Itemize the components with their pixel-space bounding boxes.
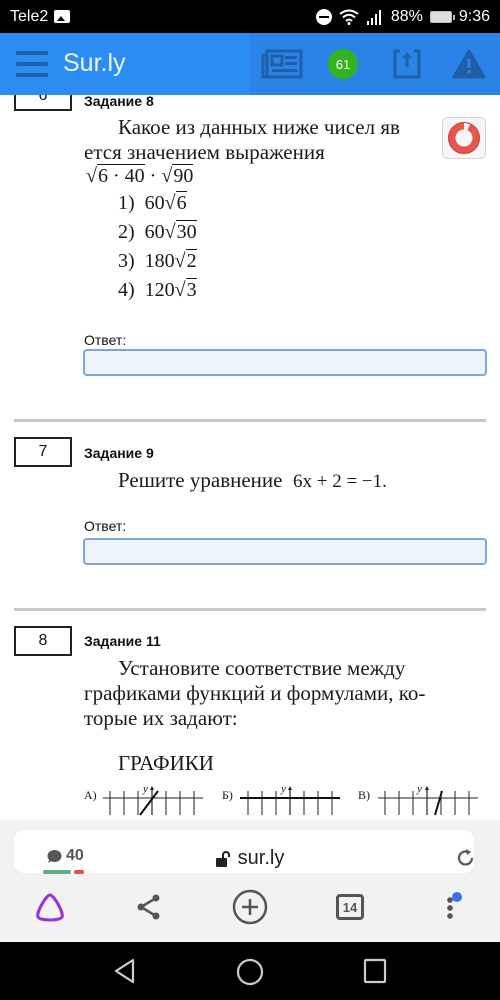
app-bar: Sur.ly 61 (0, 33, 500, 95)
url-display[interactable]: sur.ly (0, 847, 500, 870)
task-question-line-1: Установите соответствие между (118, 656, 406, 680)
url-text: sur.ly (237, 847, 285, 869)
axis-label-y: y (143, 783, 148, 795)
battery-percent: 88% (390, 7, 423, 25)
answer-label: Ответ: (84, 332, 127, 348)
reload-icon[interactable] (456, 848, 476, 868)
graph-b (240, 786, 340, 815)
new-tab-button[interactable] (230, 887, 270, 927)
task-expression: √6 · 40 · √90 (86, 164, 194, 187)
share-upload-icon[interactable] (393, 49, 421, 79)
do-not-disturb-icon (315, 8, 332, 25)
plus-circle-icon (232, 889, 268, 925)
graph-label-a: А) (84, 788, 97, 802)
notification-badge[interactable]: 61 (328, 49, 358, 79)
back-icon[interactable] (113, 958, 137, 984)
notification-dot (452, 892, 462, 902)
radicand-2: 90 (172, 164, 194, 187)
menu-icon[interactable] (16, 51, 48, 77)
alice-icon (36, 893, 64, 922)
tabs-button[interactable]: 14 (330, 887, 370, 927)
axis-label-y: y (281, 783, 286, 795)
recents-icon[interactable] (363, 958, 387, 984)
equation: 6x + 2 = −1. (292, 471, 387, 492)
battery-icon (429, 10, 455, 23)
radicand-1: 6 · 40 (96, 164, 145, 187)
task-question: Решите уравнение 6x + 2 = −1. (118, 468, 387, 492)
tabs-count: 14 (336, 894, 364, 920)
signal-icon (366, 9, 381, 25)
answer-option: 4) 120√3 (118, 278, 197, 301)
axis-label-y: y (417, 783, 422, 795)
unlocked-padlock-icon (215, 850, 230, 867)
wifi-icon (339, 9, 359, 25)
graphs-heading: ГРАФИКИ (118, 751, 214, 775)
task-number-box: 6 (14, 95, 72, 111)
task-question-line-2: ется значением выражения (84, 140, 325, 164)
task-question-line-2: графиками функций и формулами, ко- (84, 681, 426, 705)
home-icon[interactable] (236, 958, 264, 986)
lifebuoy-icon (448, 122, 480, 154)
task-title: Задание 11 (84, 633, 161, 649)
task-title: Задание 9 (84, 445, 154, 461)
graph-a (103, 786, 203, 816)
answer-option: 3) 180√2 (118, 249, 197, 272)
clock: 9:36 (458, 7, 490, 25)
task-title: Задание 8 (84, 95, 154, 109)
more-menu-button[interactable] (430, 887, 470, 927)
task-question-line-3: торые их задают: (84, 706, 238, 730)
rating-bar-negative (74, 870, 84, 874)
task-question-line-1: Какое из данных ниже чисел яв (118, 115, 400, 139)
warning-icon[interactable] (452, 49, 486, 79)
answer-option: 1) 60√6 (118, 191, 187, 214)
carrier-name: Tele2 (10, 7, 49, 25)
answer-input[interactable] (83, 538, 487, 565)
graph-c (378, 786, 478, 816)
share-button[interactable] (130, 887, 170, 927)
system-navigation-bar (0, 942, 500, 1000)
task-number-box: 8 (14, 626, 72, 656)
answer-input[interactable] (83, 349, 487, 376)
share-icon (137, 894, 160, 920)
news-icon[interactable] (261, 49, 303, 79)
help-button[interactable] (442, 117, 486, 159)
status-bar: Tele2 88% 9:36 (0, 0, 500, 33)
section-divider (14, 608, 486, 611)
task-number-box: 7 (14, 437, 72, 467)
answer-option: 2) 60√30 (118, 220, 197, 243)
page-content: 6 Задание 8 Какое из данных ниже чисел я… (0, 95, 500, 820)
browser-nav-row: 14 (0, 875, 500, 945)
image-notification-icon (54, 10, 71, 23)
address-bar[interactable]: 40 sur.ly (14, 830, 476, 874)
alice-assistant-button[interactable] (30, 887, 70, 927)
graph-label-b: Б) (222, 788, 233, 802)
answer-label: Ответ: (84, 518, 127, 534)
app-title: Sur.ly (63, 49, 126, 77)
graph-label-c: В) (358, 788, 370, 802)
section-divider (14, 419, 486, 422)
rating-bar-positive (43, 870, 71, 874)
